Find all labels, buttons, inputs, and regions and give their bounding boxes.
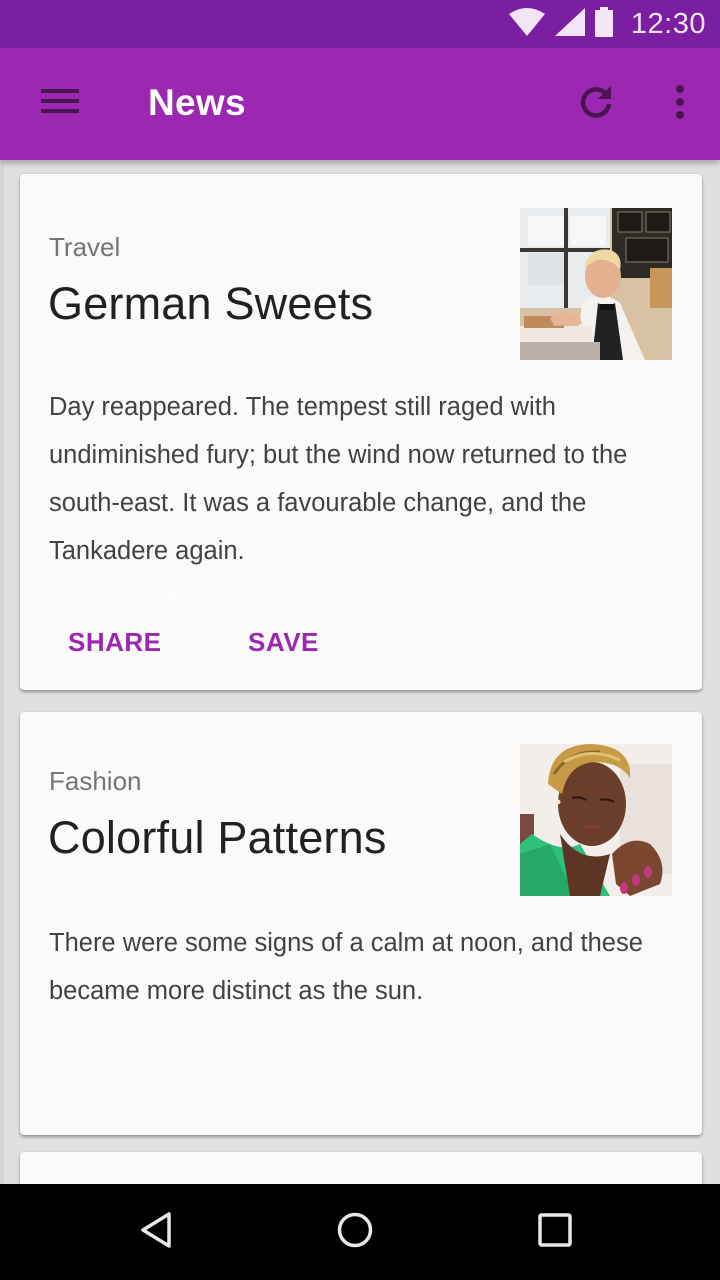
news-card[interactable]: Travel German Sweets Day reappeared. The… xyxy=(20,174,702,690)
status-bar: 12:30 xyxy=(0,0,720,48)
card-category: Fashion xyxy=(49,766,142,796)
share-button[interactable]: SHARE xyxy=(50,614,180,670)
news-card[interactable] xyxy=(20,1152,702,1184)
cell-signal-icon xyxy=(554,7,585,41)
menu-button[interactable] xyxy=(24,80,96,128)
overflow-menu-button[interactable] xyxy=(656,80,704,128)
decorative-glyph: ∞ xyxy=(167,588,177,604)
news-card[interactable]: Fashion Colorful Patterns There were som… xyxy=(20,712,702,1135)
refresh-button[interactable] xyxy=(572,80,620,128)
card-title: German Sweets xyxy=(48,278,374,329)
home-icon xyxy=(336,1211,374,1254)
battery-icon xyxy=(594,6,613,42)
recents-icon xyxy=(538,1212,572,1252)
scroll-edge xyxy=(0,160,4,1184)
save-button[interactable]: SAVE xyxy=(230,614,337,670)
back-button[interactable] xyxy=(120,1208,192,1256)
recents-button[interactable] xyxy=(519,1208,591,1256)
news-feed[interactable]: Travel German Sweets Day reappeared. The… xyxy=(0,160,720,1184)
card-body: There were some signs of a calm at noon,… xyxy=(49,929,643,1005)
navigation-bar xyxy=(0,1184,720,1280)
app-title: News xyxy=(148,82,246,123)
status-time: 12:30 xyxy=(630,7,706,40)
card-thumbnail[interactable] xyxy=(520,744,672,896)
card-title: Colorful Patterns xyxy=(48,812,387,863)
app-bar: News xyxy=(0,48,720,160)
wifi-icon xyxy=(508,7,545,41)
home-button[interactable] xyxy=(319,1208,391,1256)
card-category: Travel xyxy=(49,232,121,262)
overflow-menu-icon xyxy=(675,84,685,124)
menu-icon xyxy=(41,88,79,120)
refresh-icon xyxy=(578,84,614,125)
card-body: Day reappeared. The tempest still raged … xyxy=(49,393,628,565)
back-icon xyxy=(139,1211,173,1254)
card-thumbnail[interactable] xyxy=(520,208,672,360)
